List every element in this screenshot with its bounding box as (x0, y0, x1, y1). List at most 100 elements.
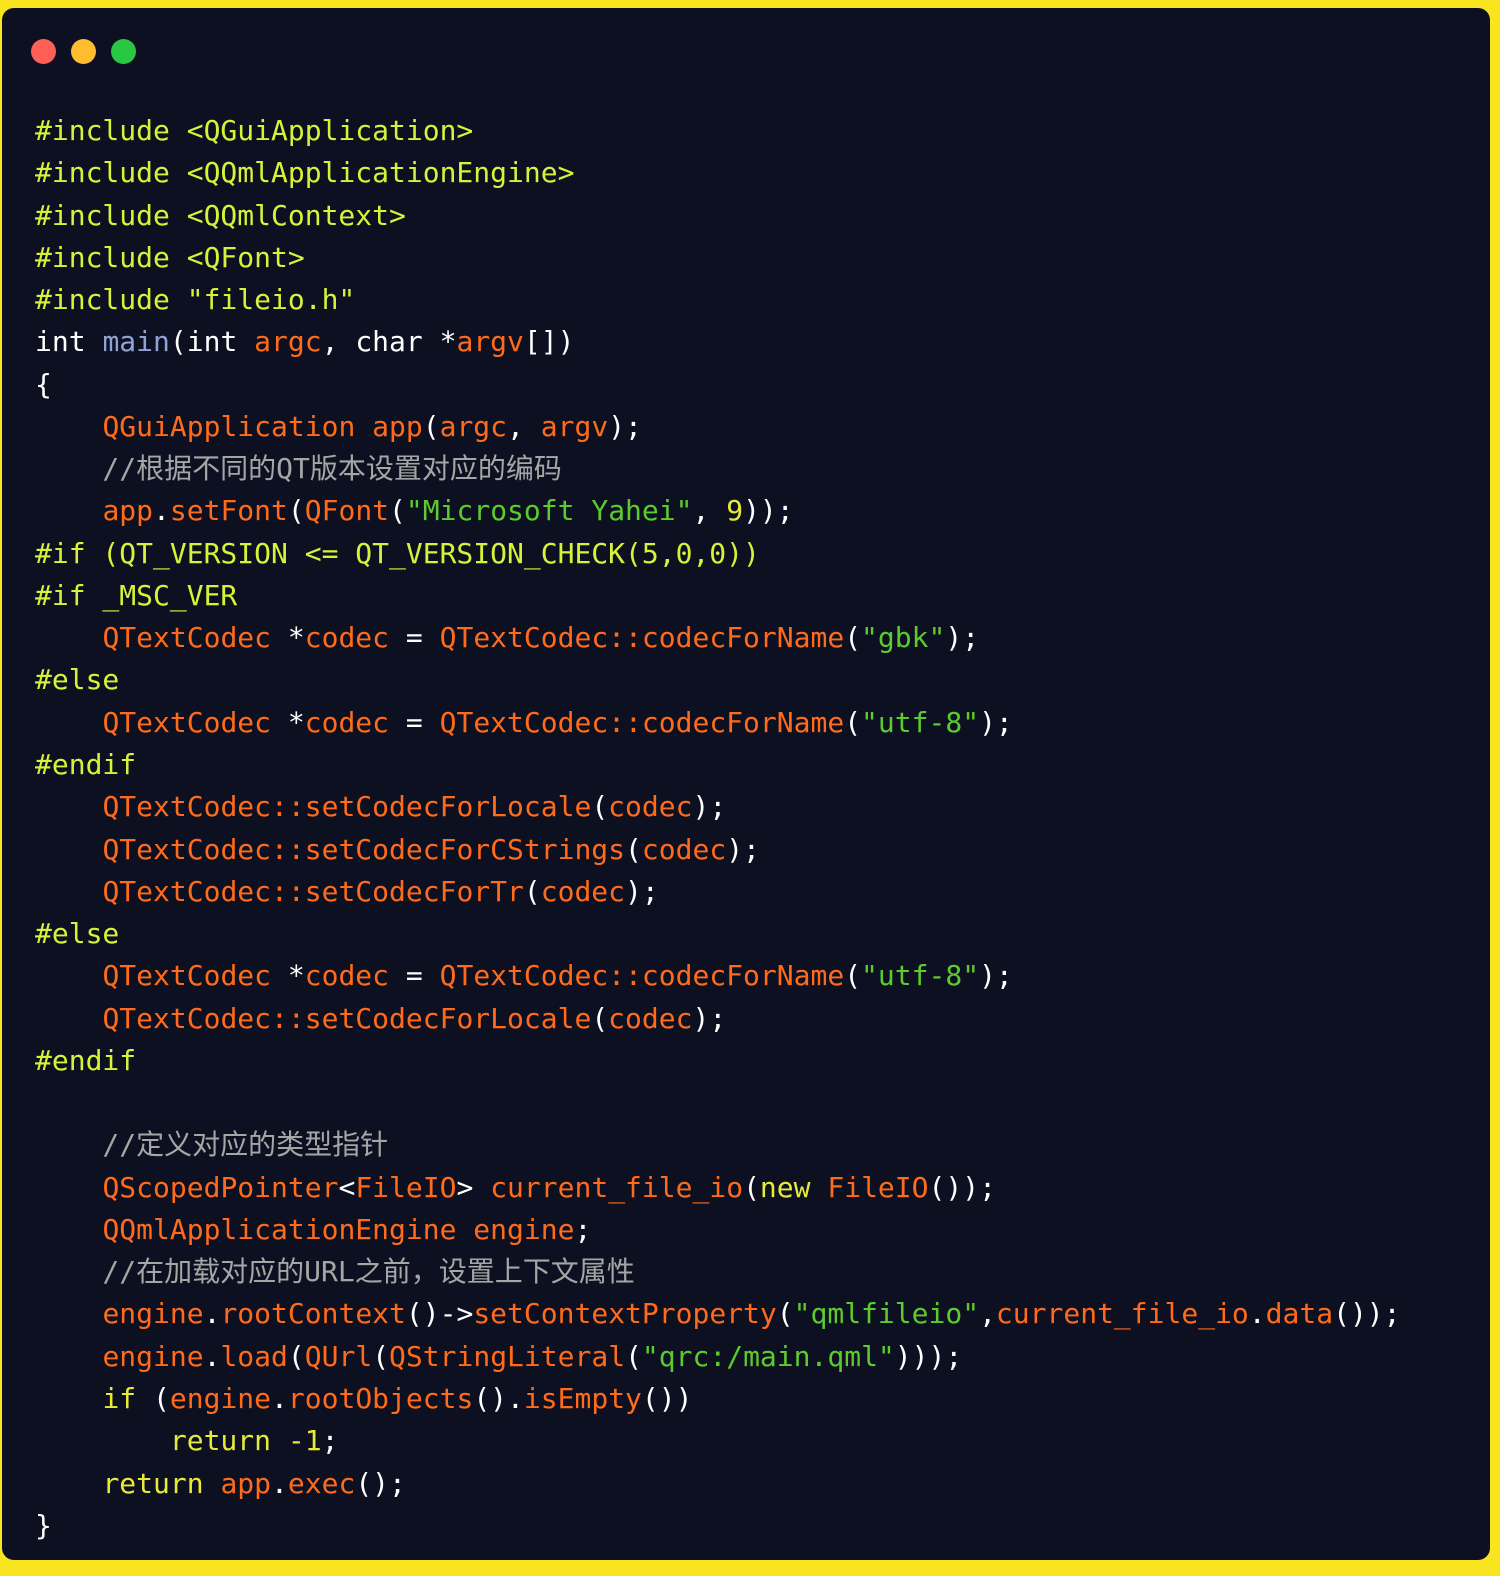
code-token: #include <QQmlContext> (35, 198, 406, 232)
code-token: QUrl (304, 1339, 373, 1373)
close-button[interactable] (31, 39, 56, 64)
code-token: #if (QT_VERSION <= QT_VERSION_CHECK(5,0,… (35, 536, 760, 570)
code-token: ))); (894, 1339, 963, 1373)
code-token: ); (979, 705, 1013, 739)
code-token: * (287, 705, 305, 739)
code-token: codec (608, 1001, 693, 1035)
code-token: ); (726, 832, 760, 866)
code-token: FileIO (827, 1170, 929, 1204)
code-token: ; (321, 1424, 339, 1458)
code-token: ()-> (405, 1297, 474, 1331)
code-token: ()); (1333, 1297, 1401, 1331)
code-token: = (405, 621, 440, 655)
code-line: app.setFont(QFont("Microsoft Yahei", 9))… (35, 490, 1401, 532)
code-token: . (271, 1466, 288, 1500)
code-line: //根据不同的QT版本设置对应的编码 (35, 448, 1401, 490)
code-token: QTextCodec::setCodecForLocale (102, 1001, 592, 1035)
code-line: #include <QQmlContext> (35, 195, 1401, 237)
code-token: int (35, 325, 103, 359)
code-token: engine (102, 1297, 204, 1331)
code-token: engine (169, 1381, 272, 1415)
code-token: ( (591, 790, 609, 824)
code-token: QTextCodec::setCodecForTr (102, 874, 524, 908)
code-line: } (35, 1505, 1401, 1547)
code-token: QTextCodec::codecForName (439, 959, 845, 993)
code-token: ( (591, 1001, 609, 1035)
code-token: app (102, 494, 154, 528)
code-line: #else (35, 659, 1401, 701)
code-token: . (271, 1381, 288, 1415)
code-line: QTextCodec::setCodecForLocale(codec); (35, 786, 1401, 828)
code-token: load (220, 1339, 288, 1373)
code-line: QGuiApplication app(argc, argv); (35, 406, 1401, 448)
code-token: ( (844, 959, 862, 993)
code-token: "gbk" (861, 621, 946, 655)
code-token: QTextCodec (102, 621, 288, 655)
code-token: #endif (35, 747, 137, 781)
code-line: engine.load(QUrl(QStringLiteral("qrc:/ma… (35, 1336, 1401, 1378)
code-token: []) (523, 325, 575, 359)
maximize-button[interactable] (111, 39, 136, 64)
code-token: current_file_io (995, 1297, 1249, 1331)
code-token: app (220, 1466, 272, 1500)
minimize-button[interactable] (71, 39, 96, 64)
code-token: ; (574, 1212, 592, 1246)
code-token: QTextCodec (102, 705, 288, 739)
code-token: codec (641, 832, 727, 866)
code-line: #include <QFont> (35, 237, 1401, 279)
code-token: ( (844, 705, 862, 739)
code-token: ); (979, 959, 1013, 993)
code-window: #include <QGuiApplication> #include <QQml… (2, 8, 1490, 1560)
code-token: QScopedPointer (102, 1170, 339, 1204)
code-token: argc (254, 325, 322, 359)
code-token: ( (625, 832, 642, 866)
code-line: #include <QGuiApplication> (35, 110, 1401, 152)
code-token: setFont (169, 494, 288, 528)
code-line: //在加载对应的URL之前，设置上下文属性 (35, 1251, 1401, 1293)
code-token: #include <QQmlApplicationEngine> (35, 156, 575, 190)
code-token: . (153, 494, 170, 528)
code-line: #if (QT_VERSION <= QT_VERSION_CHECK(5,0,… (35, 533, 1401, 575)
code-token: rootContext (220, 1297, 406, 1331)
code-token: ( (776, 1297, 794, 1331)
code-line: if (engine.rootObjects().isEmpty()) (35, 1378, 1401, 1420)
code-token: "utf-8" (861, 705, 980, 739)
code-token: * (287, 621, 305, 655)
code-token: = (405, 959, 440, 993)
code-token: setContextProperty (473, 1297, 777, 1331)
code-token: ( (372, 1339, 390, 1373)
code-token: codec (304, 959, 406, 993)
code-token: //定义对应的类型指针 (35, 1128, 389, 1162)
code-token: ( (422, 409, 440, 443)
code-token: )); (743, 494, 794, 528)
code-token: ( (625, 1339, 642, 1373)
code-token: #include "fileio.h" (35, 283, 356, 317)
code-token: QQmlApplicationEngine engine (102, 1212, 575, 1246)
code-line: QTextCodec *codec = QTextCodec::codecFor… (35, 702, 1401, 744)
code-token: * (287, 959, 305, 993)
code-token: "Microsoft Yahei" (405, 494, 693, 528)
code-token: (); (355, 1466, 406, 1500)
code-line: int main(int argc, char *argv[]) (35, 321, 1401, 363)
code-token: engine (102, 1339, 204, 1373)
code-token: ()); (928, 1170, 996, 1204)
code-token: if (102, 1381, 154, 1415)
code-token: ( (287, 1339, 305, 1373)
code-token: codec (304, 705, 406, 739)
code-token: , (979, 1297, 996, 1331)
code-token: codec (608, 790, 693, 824)
code-token: ); (692, 1001, 727, 1035)
code-token: codec (304, 621, 406, 655)
code-token: (). (473, 1381, 524, 1415)
code-token: QTextCodec (102, 959, 288, 993)
code-token: FileIO (355, 1170, 457, 1204)
